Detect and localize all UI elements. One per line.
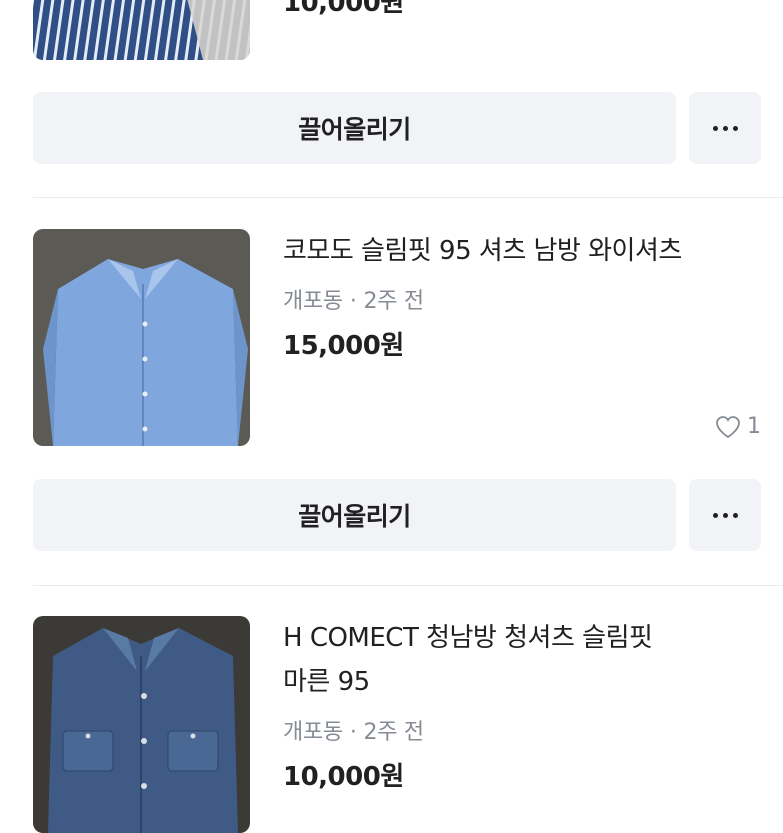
item-title[interactable]: 코모도 슬림핏 95 셔츠 남방 와이셔츠: [283, 229, 682, 273]
item-price: 15,000원: [283, 331, 404, 361]
item-thumbnail-striped-shirt[interactable]: [33, 0, 250, 60]
item-price: 10,000원: [283, 762, 404, 792]
item-price: 10,000원: [283, 0, 404, 18]
item-time: 2주 전: [363, 289, 425, 314]
ellipsis-dot-icon: [712, 125, 718, 131]
item-location: 개포동: [283, 289, 343, 314]
ellipsis-dot-icon: [722, 512, 728, 518]
like-count-value: 1: [747, 414, 761, 439]
like-count: 1: [715, 414, 761, 439]
more-options-button[interactable]: [689, 92, 761, 164]
ellipsis-dot-icon: [712, 512, 718, 518]
item-title-line2[interactable]: 마른 95: [283, 660, 370, 704]
ellipsis-dot-icon: [732, 512, 738, 518]
item-divider: [33, 197, 783, 198]
ellipsis-dot-icon: [722, 125, 728, 131]
item-thumbnail-denim-shirt[interactable]: [33, 616, 250, 833]
item-title-line1[interactable]: H COMECT 청남방 청셔츠 슬림핏: [283, 616, 653, 660]
item-divider: [33, 585, 783, 586]
item-time: 2주 전: [363, 720, 425, 745]
meta-separator: ·: [349, 720, 357, 745]
item-location: 개포동: [283, 720, 343, 745]
more-options-button[interactable]: [689, 479, 761, 551]
item-meta: 개포동 · 2주 전: [283, 283, 424, 315]
heart-icon: [716, 415, 740, 438]
bump-up-button[interactable]: 끌어올리기: [33, 92, 676, 164]
ellipsis-dot-icon: [732, 125, 738, 131]
meta-separator: ·: [349, 289, 357, 314]
bump-up-button[interactable]: 끌어올리기: [33, 479, 676, 551]
item-thumbnail-blue-shirt[interactable]: [33, 229, 250, 446]
item-meta: 개포동 · 2주 전: [283, 714, 424, 746]
